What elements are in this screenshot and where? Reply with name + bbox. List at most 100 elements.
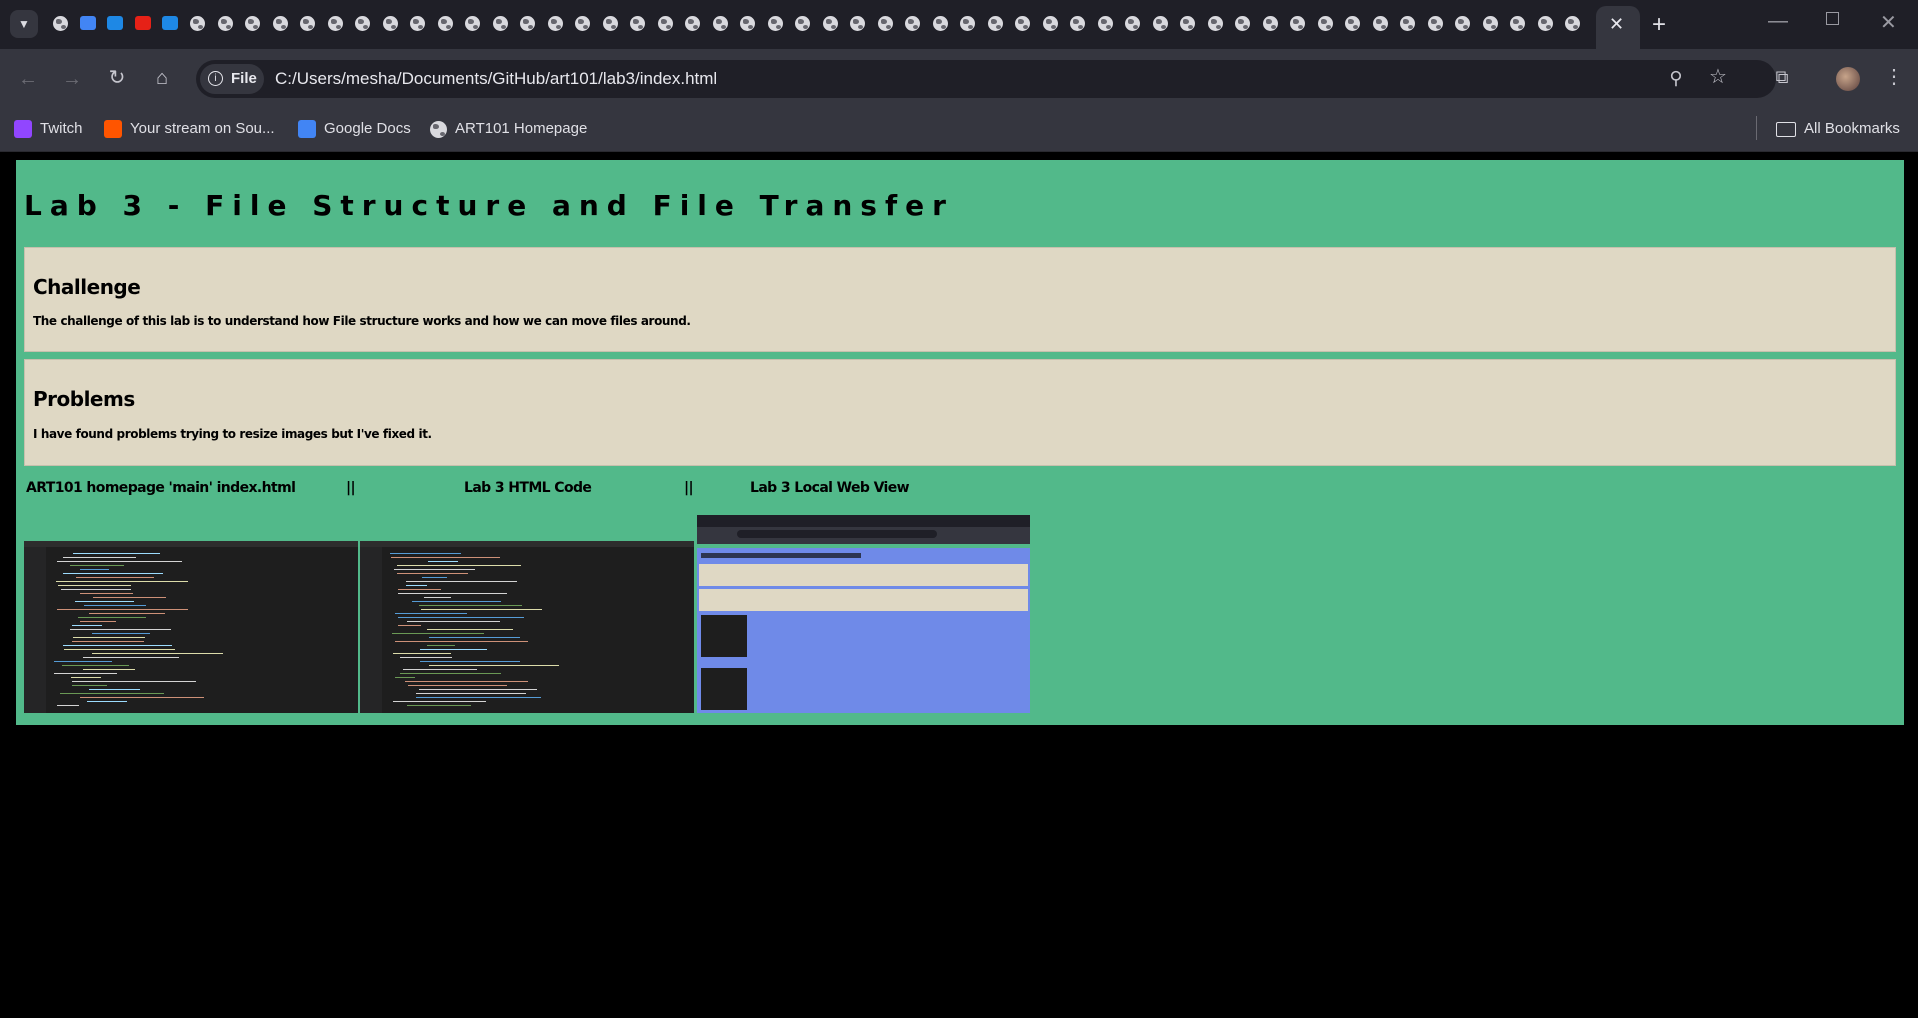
globe-icon[interactable] (1425, 13, 1445, 33)
restore-button[interactable] (1826, 12, 1839, 25)
lab3-html-code-screenshot (360, 541, 694, 713)
bookmark-label: Google Docs (324, 120, 411, 137)
tab-favicon-icon[interactable] (160, 13, 180, 33)
google-docs-icon (298, 120, 316, 138)
new-tab-button[interactable]: + (1652, 11, 1666, 39)
globe-icon[interactable] (270, 13, 290, 33)
minimize-button[interactable]: — (1768, 10, 1788, 33)
globe-icon[interactable] (820, 13, 840, 33)
globe-icon[interactable] (215, 13, 235, 33)
bookmark-label: ART101 Homepage (455, 120, 588, 137)
bookmark-art101-homepage[interactable]: ART101 Homepage (430, 117, 587, 141)
globe-icon[interactable] (50, 13, 70, 33)
all-bookmarks-button[interactable]: All Bookmarks (1776, 117, 1900, 141)
close-window-button[interactable]: ✕ (1880, 10, 1897, 35)
page-body: Lab 3 - File Structure and File Transfer… (16, 160, 1904, 725)
globe-icon[interactable] (1398, 13, 1418, 33)
globe-icon[interactable] (1315, 13, 1335, 33)
globe-icon[interactable] (188, 13, 208, 33)
menu-icon[interactable]: ⋮ (1880, 67, 1908, 87)
all-bookmarks-label: All Bookmarks (1804, 120, 1900, 137)
globe-icon[interactable] (930, 13, 950, 33)
homepage-code-screenshot (24, 541, 358, 713)
globe-icon[interactable] (463, 13, 483, 33)
soundcloud-icon (104, 120, 122, 138)
active-tab[interactable]: ✕ (1596, 6, 1640, 49)
globe-icon[interactable] (435, 13, 455, 33)
label-separator: || (684, 480, 694, 496)
globe-icon[interactable] (655, 13, 675, 33)
globe-icon[interactable] (1563, 13, 1583, 33)
globe-icon[interactable] (545, 13, 565, 33)
bookmarks-divider (1756, 116, 1757, 140)
globe-icon[interactable] (380, 13, 400, 33)
back-button[interactable]: ← (14, 69, 42, 89)
tab-favicon-icon[interactable] (78, 13, 98, 33)
globe-icon[interactable] (628, 13, 648, 33)
file-chip-label: File (231, 70, 257, 87)
challenge-section: Challenge The challenge of this lab is t… (24, 247, 1896, 352)
globe-icon[interactable] (1040, 13, 1060, 33)
globe-icon[interactable] (518, 13, 538, 33)
web-view-image-label: Lab 3 Local Web View (750, 480, 910, 496)
globe-icon[interactable] (793, 13, 813, 33)
extensions-icon[interactable]: ⧉ (1768, 67, 1796, 87)
globe-icon[interactable] (1123, 13, 1143, 33)
tab-favicon-icon[interactable] (105, 13, 125, 33)
globe-icon[interactable] (353, 13, 373, 33)
globe-icon[interactable] (573, 13, 593, 33)
globe-icon[interactable] (903, 13, 923, 33)
globe-icon[interactable] (1013, 13, 1033, 33)
globe-icon[interactable] (738, 13, 758, 33)
globe-icon[interactable] (710, 13, 730, 33)
globe-icon[interactable] (1370, 13, 1390, 33)
globe-icon[interactable] (875, 13, 895, 33)
globe-icon[interactable] (683, 13, 703, 33)
globe-icon[interactable] (848, 13, 868, 33)
bookmark-twitch[interactable]: Twitch (14, 117, 83, 141)
site-info-chip[interactable]: i File (200, 64, 264, 94)
label-separator: || (346, 480, 356, 496)
star-icon[interactable]: ☆ (1704, 67, 1732, 87)
globe-icon[interactable] (490, 13, 510, 33)
globe-icon[interactable] (1150, 13, 1170, 33)
close-tab-icon[interactable]: ✕ (1609, 14, 1624, 35)
globe-icon[interactable] (1453, 13, 1473, 33)
globe-icon[interactable] (1480, 13, 1500, 33)
globe-icon[interactable] (298, 13, 318, 33)
globe-icon[interactable] (600, 13, 620, 33)
globe-icon[interactable] (1288, 13, 1308, 33)
reload-button[interactable]: ↻ (103, 68, 131, 88)
bookmark-google-docs[interactable]: Google Docs (298, 117, 411, 141)
challenge-heading: Challenge (33, 275, 141, 299)
globe-icon[interactable] (1508, 13, 1528, 33)
globe-icon[interactable] (1068, 13, 1088, 33)
globe-icon[interactable] (1205, 13, 1225, 33)
globe-icon[interactable] (1095, 13, 1115, 33)
bookmark-label: Your stream on Sou... (130, 120, 275, 137)
tab-search-button[interactable]: ▼ (10, 10, 38, 38)
globe-icon[interactable] (985, 13, 1005, 33)
globe-icon[interactable] (1535, 13, 1555, 33)
url-text[interactable]: C:/Users/mesha/Documents/GitHub/art101/l… (275, 68, 717, 90)
page-title: Lab 3 - File Structure and File Transfer (24, 189, 954, 222)
profile-avatar[interactable] (1836, 67, 1860, 91)
homepage-image-label: ART101 homepage 'main' index.html (26, 480, 296, 496)
globe-icon[interactable] (765, 13, 785, 33)
globe-icon[interactable] (1260, 13, 1280, 33)
bookmark-label: Twitch (40, 120, 83, 137)
tab-favicon-icon[interactable] (133, 13, 153, 33)
tab-strip: ▼ ✕ + — ✕ (0, 0, 1918, 49)
globe-icon[interactable] (1343, 13, 1363, 33)
home-button[interactable]: ⌂ (148, 68, 176, 88)
globe-icon[interactable] (408, 13, 428, 33)
zoom-icon[interactable]: ⚲ (1662, 68, 1690, 88)
globe-icon[interactable] (1178, 13, 1198, 33)
html-code-image-label: Lab 3 HTML Code (464, 480, 592, 496)
bookmark-soundcloud[interactable]: Your stream on Sou... (104, 117, 275, 141)
globe-icon[interactable] (1233, 13, 1253, 33)
forward-button[interactable]: → (58, 69, 86, 89)
globe-icon[interactable] (325, 13, 345, 33)
globe-icon[interactable] (958, 13, 978, 33)
globe-icon[interactable] (243, 13, 263, 33)
